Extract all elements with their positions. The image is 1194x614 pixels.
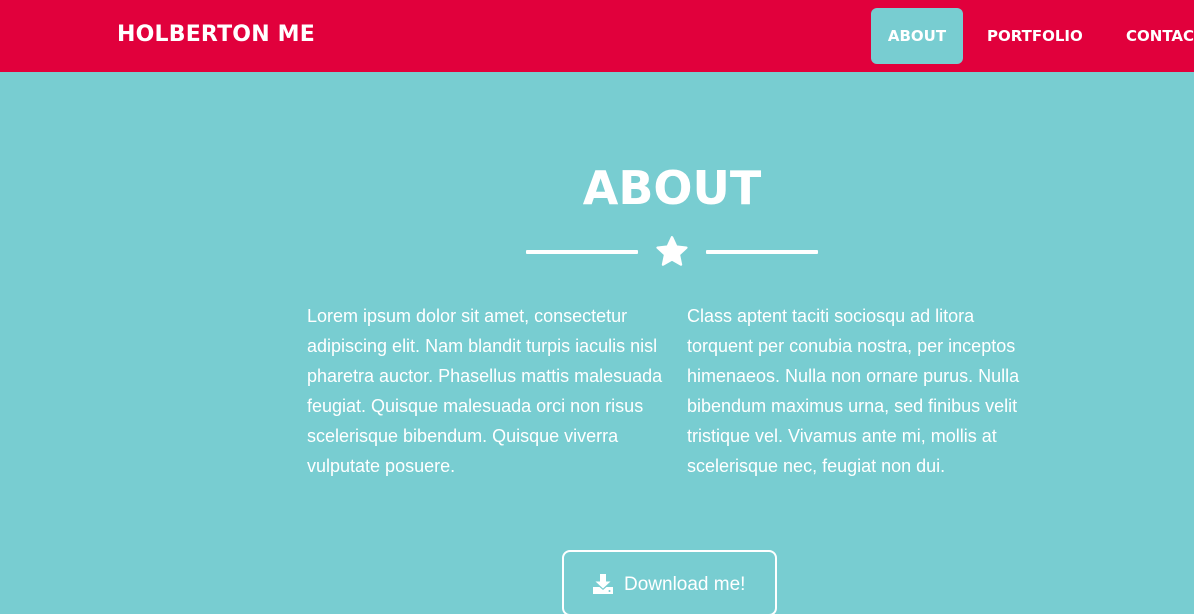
star-icon — [656, 236, 688, 266]
page: HOLBERTON ME ABOUT PORTFOLIO CONTACT ABO… — [0, 0, 1194, 614]
download-button-label: Download me! — [624, 574, 746, 595]
download-icon — [593, 574, 613, 594]
navbar: HOLBERTON ME ABOUT PORTFOLIO CONTACT — [0, 0, 1194, 72]
page-title: ABOUT — [582, 161, 762, 215]
about-paragraph-right: Class aptent taciti sociosqu ad litora t… — [687, 306, 1020, 476]
divider-line-right — [706, 250, 818, 254]
nav-item-portfolio[interactable]: PORTFOLIO — [987, 8, 1083, 64]
brand-logo[interactable]: HOLBERTON ME — [117, 21, 315, 49]
download-button[interactable]: Download me! — [562, 550, 777, 614]
nav-item-contact[interactable]: CONTACT — [1126, 8, 1194, 64]
divider-line-left — [526, 250, 638, 254]
title-divider — [526, 232, 818, 272]
nav-item-about[interactable]: ABOUT — [871, 8, 963, 64]
about-paragraph-left: Lorem ipsum dolor sit amet, consectetur … — [307, 306, 663, 476]
